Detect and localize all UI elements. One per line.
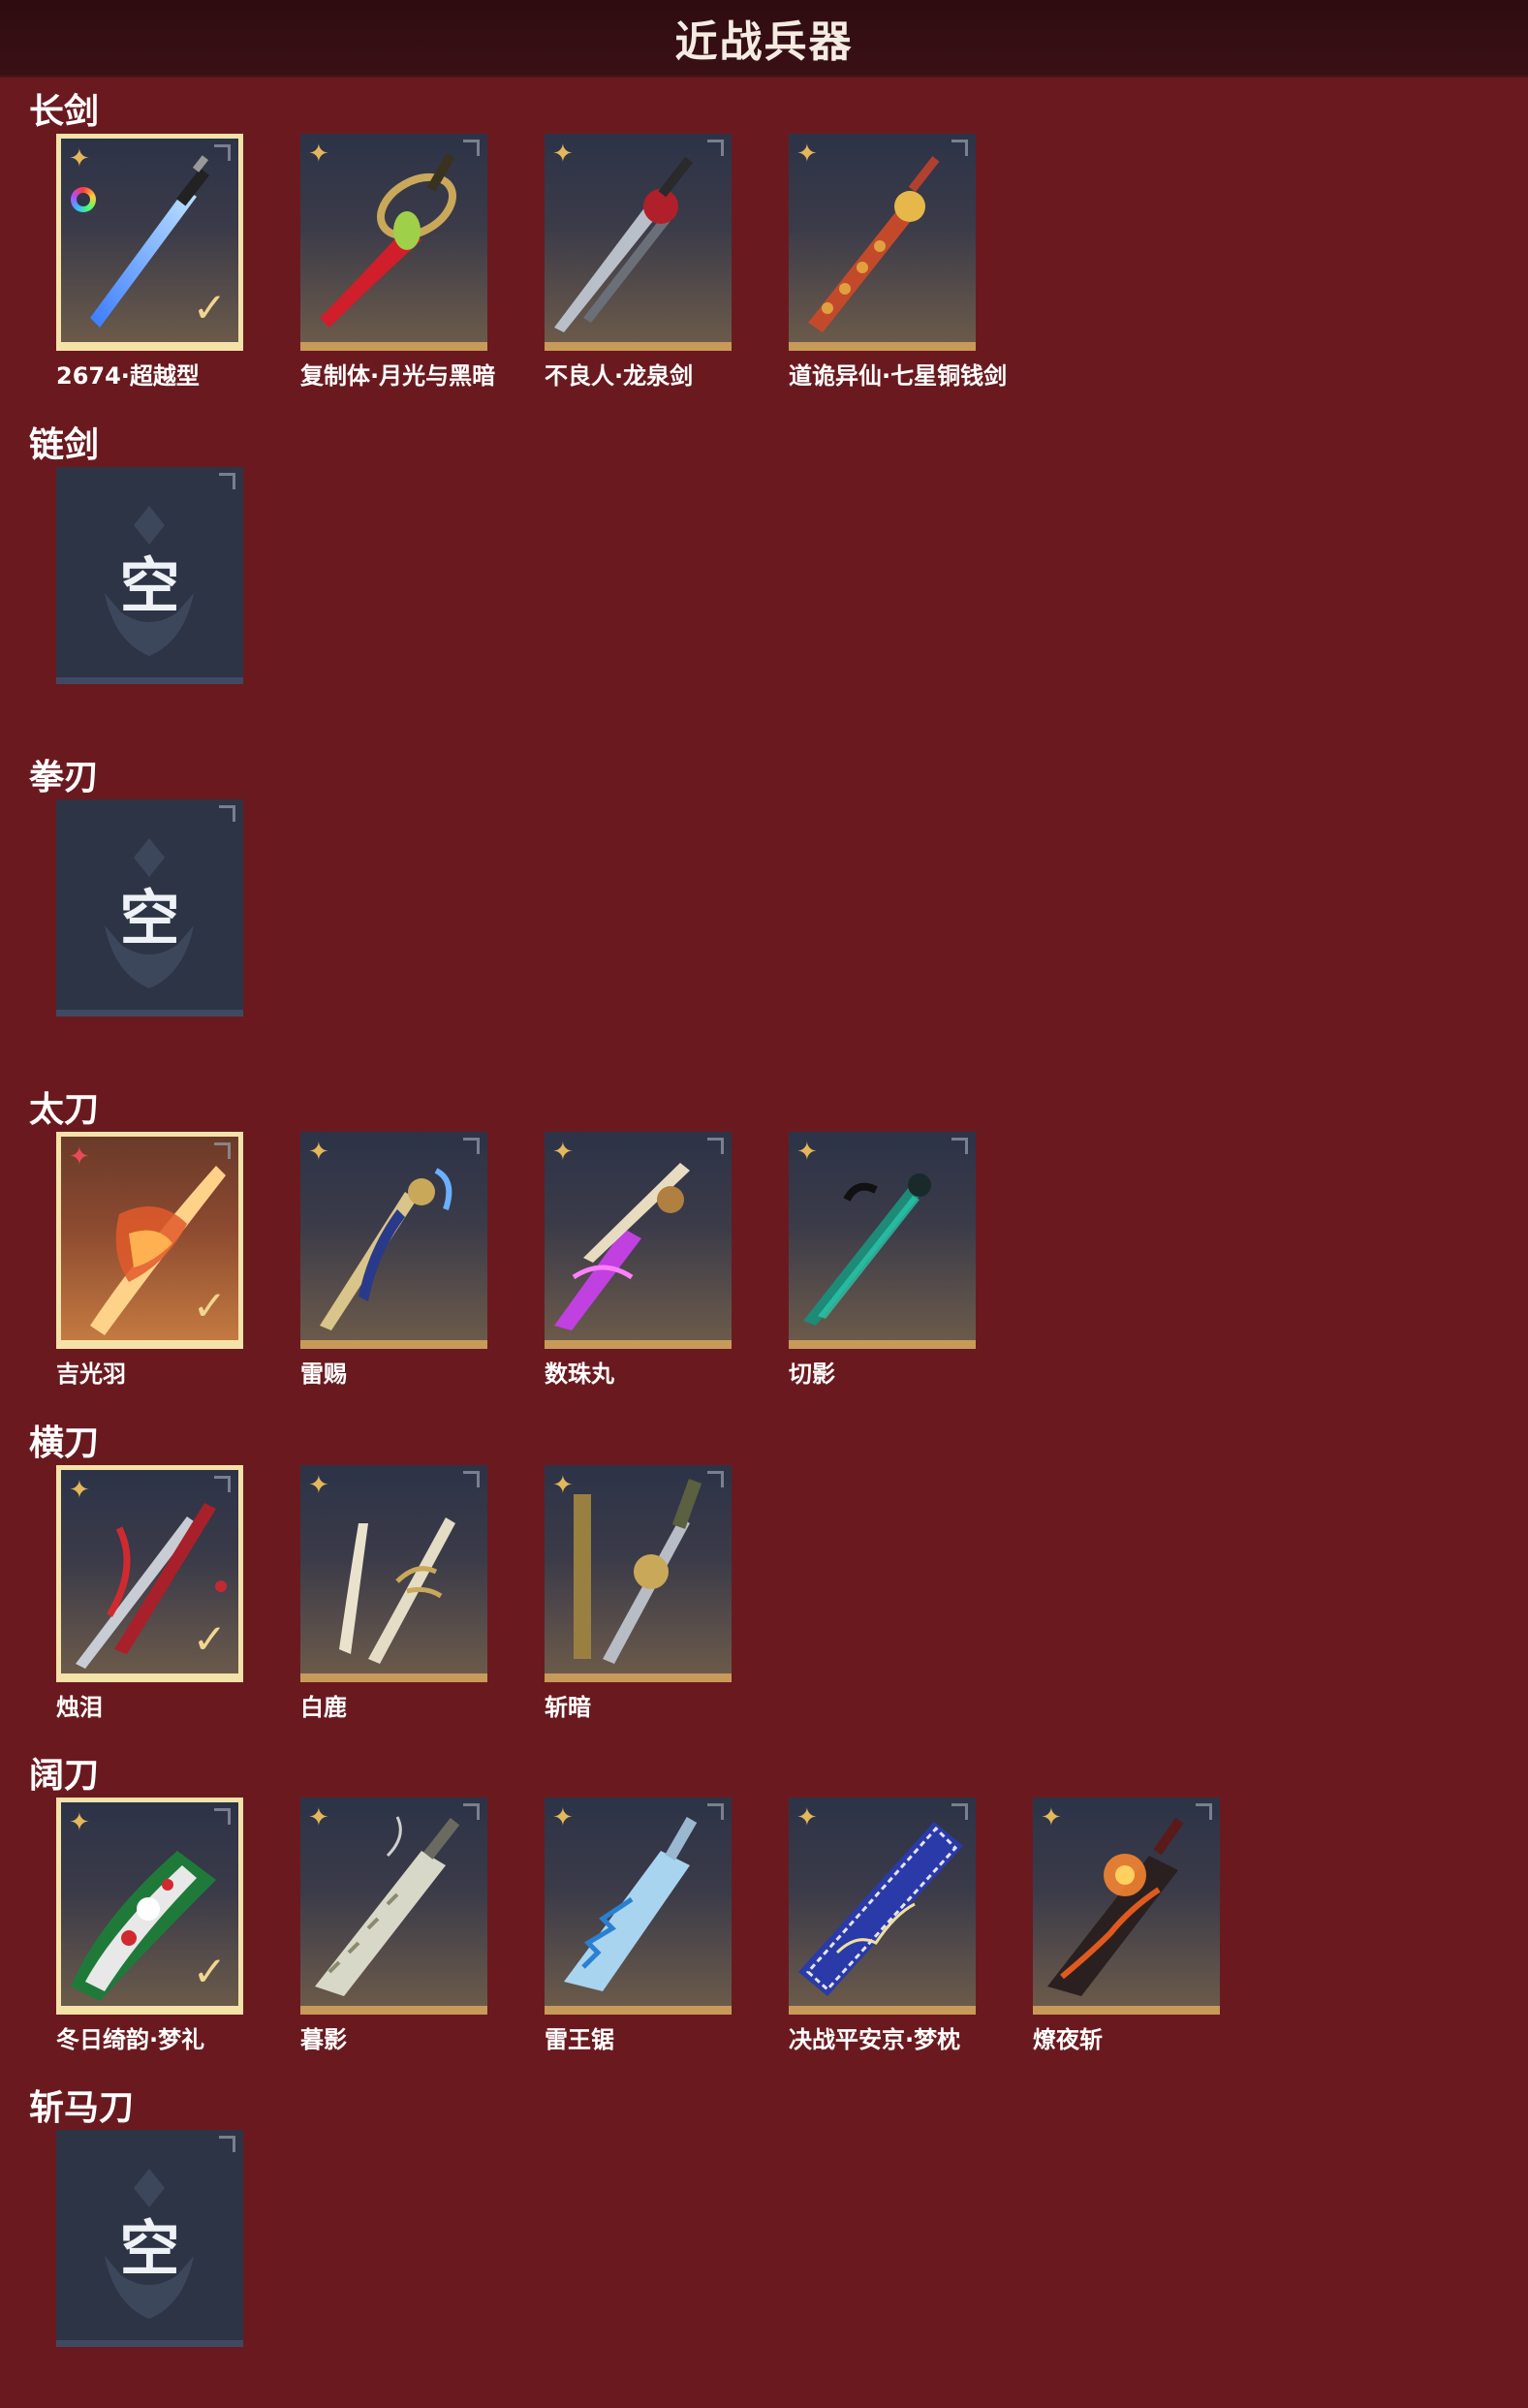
corner-tab-icon bbox=[219, 805, 235, 822]
section-title: 拳刃 bbox=[29, 758, 100, 797]
corner-tab-icon bbox=[1196, 1803, 1212, 1820]
weapon-name: 燎夜斩 bbox=[1033, 2026, 1103, 2053]
corner-tab-icon bbox=[951, 1138, 968, 1154]
section-title: 太刀 bbox=[29, 1090, 100, 1130]
quality-star-icon: ✦ bbox=[796, 1803, 818, 1832]
quality-star-red-icon: ✦ bbox=[69, 1142, 90, 1172]
empty-label: 空 bbox=[119, 2213, 180, 2284]
corner-tab-icon bbox=[707, 1803, 724, 1820]
quality-star-icon: ✦ bbox=[1041, 1803, 1062, 1832]
quality-star-icon: ✦ bbox=[69, 1808, 90, 1837]
weapon-tile[interactable]: ✦ bbox=[789, 134, 976, 351]
quality-star-icon: ✦ bbox=[308, 140, 329, 169]
equipped-check-icon: ✓ bbox=[192, 1615, 227, 1663]
weapon-tile[interactable]: ✦ bbox=[545, 1132, 732, 1349]
weapon-card[interactable]: ✦ 数珠丸 bbox=[545, 1132, 732, 1388]
weapon-tile[interactable]: ✦ bbox=[300, 1465, 487, 1682]
weapon-card[interactable]: ✦ 暮影 bbox=[300, 1798, 487, 2053]
weapon-tile[interactable]: ✦ ✓ bbox=[56, 134, 243, 351]
weapon-tile[interactable]: ✦ ✓ bbox=[56, 1132, 243, 1349]
weapon-card[interactable]: ✦ 雷赐 bbox=[300, 1132, 487, 1388]
empty-label: 空 bbox=[119, 883, 180, 954]
weapon-tile[interactable]: ✦ bbox=[789, 1798, 976, 2015]
weapon-tile[interactable]: ✦ ✓ bbox=[56, 1798, 243, 2015]
page-title: 近战兵器 bbox=[674, 17, 854, 67]
weapon-tile[interactable]: ✦ ✓ bbox=[56, 1465, 243, 1682]
quality-star-icon: ✦ bbox=[796, 1138, 818, 1167]
weapon-tile[interactable]: ✦ bbox=[545, 1798, 732, 2015]
weapon-name: 斩暗 bbox=[545, 1694, 591, 1721]
quality-star-icon: ✦ bbox=[308, 1803, 329, 1832]
weapon-tile[interactable]: ✦ bbox=[545, 1465, 732, 1682]
weapon-name: 道诡异仙·七星铜钱剑 bbox=[789, 362, 1008, 390]
section-title: 横刀 bbox=[29, 1423, 100, 1463]
corner-tab-icon bbox=[951, 140, 968, 156]
weapon-tile[interactable]: ✦ bbox=[300, 1798, 487, 2015]
equipped-check-icon: ✓ bbox=[192, 284, 227, 331]
section-title: 长剑 bbox=[29, 92, 100, 132]
quality-star-icon: ✦ bbox=[796, 140, 818, 169]
weapon-card[interactable]: ✦ ✓ 吉光羽 bbox=[56, 1132, 243, 1388]
corner-tab-icon bbox=[214, 144, 231, 161]
quality-star-icon: ✦ bbox=[552, 1138, 574, 1167]
corner-tab-icon bbox=[214, 1142, 231, 1159]
weapon-card[interactable]: ✦ 雷王锯 bbox=[545, 1798, 732, 2053]
quality-star-icon: ✦ bbox=[308, 1471, 329, 1500]
empty-label: 空 bbox=[119, 550, 180, 621]
corner-tab-icon bbox=[214, 1808, 231, 1825]
empty-tile[interactable]: 空 bbox=[56, 2130, 243, 2347]
section-title: 链剑 bbox=[29, 425, 100, 465]
weapon-card[interactable]: ✦ 不良人·龙泉剑 bbox=[545, 134, 732, 390]
equipped-check-icon: ✓ bbox=[192, 1282, 227, 1329]
corner-tab-icon bbox=[707, 140, 724, 156]
weapon-card[interactable]: ✦ 切影 bbox=[789, 1132, 976, 1388]
quality-star-icon: ✦ bbox=[552, 140, 574, 169]
corner-tab-icon bbox=[219, 2136, 235, 2152]
corner-tab-icon bbox=[463, 140, 480, 156]
corner-tab-icon bbox=[219, 473, 235, 489]
weapon-card[interactable]: ✦ 决战平安京·梦枕 bbox=[789, 1798, 976, 2053]
page-header: 近战兵器 bbox=[0, 0, 1528, 78]
corner-tab-icon bbox=[707, 1471, 724, 1487]
corner-tab-icon bbox=[463, 1803, 480, 1820]
empty-slot[interactable]: 空 bbox=[56, 799, 243, 1016]
weapon-card[interactable]: ✦ ✓ 冬日绮韵·梦礼 bbox=[56, 1798, 243, 2053]
quality-star-icon: ✦ bbox=[69, 1476, 90, 1505]
quality-star-icon: ✦ bbox=[308, 1138, 329, 1167]
weapon-card[interactable]: ✦ 道诡异仙·七星铜钱剑 bbox=[789, 134, 1007, 390]
quality-star-icon: ✦ bbox=[552, 1803, 574, 1832]
weapon-tile[interactable]: ✦ bbox=[789, 1132, 976, 1349]
weapon-name: 切影 bbox=[789, 1360, 835, 1388]
empty-slot[interactable]: 空 bbox=[56, 467, 243, 684]
quality-star-icon: ✦ bbox=[552, 1471, 574, 1500]
weapon-card[interactable]: ✦ 复制体·月光与黑暗 bbox=[300, 134, 495, 390]
weapon-card[interactable]: ✦ ✓ 烛泪 bbox=[56, 1465, 243, 1721]
corner-tab-icon bbox=[707, 1138, 724, 1154]
corner-tab-icon bbox=[951, 1803, 968, 1820]
rainbow-ring-icon bbox=[71, 187, 96, 212]
section-title: 阔刀 bbox=[29, 1756, 100, 1796]
empty-tile[interactable]: 空 bbox=[56, 799, 243, 1016]
weapon-card[interactable]: ✦ 斩暗 bbox=[545, 1465, 732, 1721]
empty-tile[interactable]: 空 bbox=[56, 467, 243, 684]
corner-tab-icon bbox=[214, 1476, 231, 1492]
section-title: 斩马刀 bbox=[29, 2088, 135, 2128]
weapon-card[interactable]: ✦ 燎夜斩 bbox=[1033, 1798, 1220, 2053]
weapon-tile[interactable]: ✦ bbox=[545, 134, 732, 351]
corner-tab-icon bbox=[463, 1471, 480, 1487]
weapon-card[interactable]: ✦ ✓ 2674·超越型 bbox=[56, 134, 243, 390]
quality-star-icon: ✦ bbox=[69, 144, 90, 173]
equipped-check-icon: ✓ bbox=[192, 1948, 227, 1995]
weapon-card[interactable]: ✦ 白鹿 bbox=[300, 1465, 487, 1721]
weapon-tile[interactable]: ✦ bbox=[300, 134, 487, 351]
weapon-tile[interactable]: ✦ bbox=[300, 1132, 487, 1349]
weapon-tile[interactable]: ✦ bbox=[1033, 1798, 1220, 2015]
empty-slot[interactable]: 空 bbox=[56, 2130, 243, 2347]
corner-tab-icon bbox=[463, 1138, 480, 1154]
